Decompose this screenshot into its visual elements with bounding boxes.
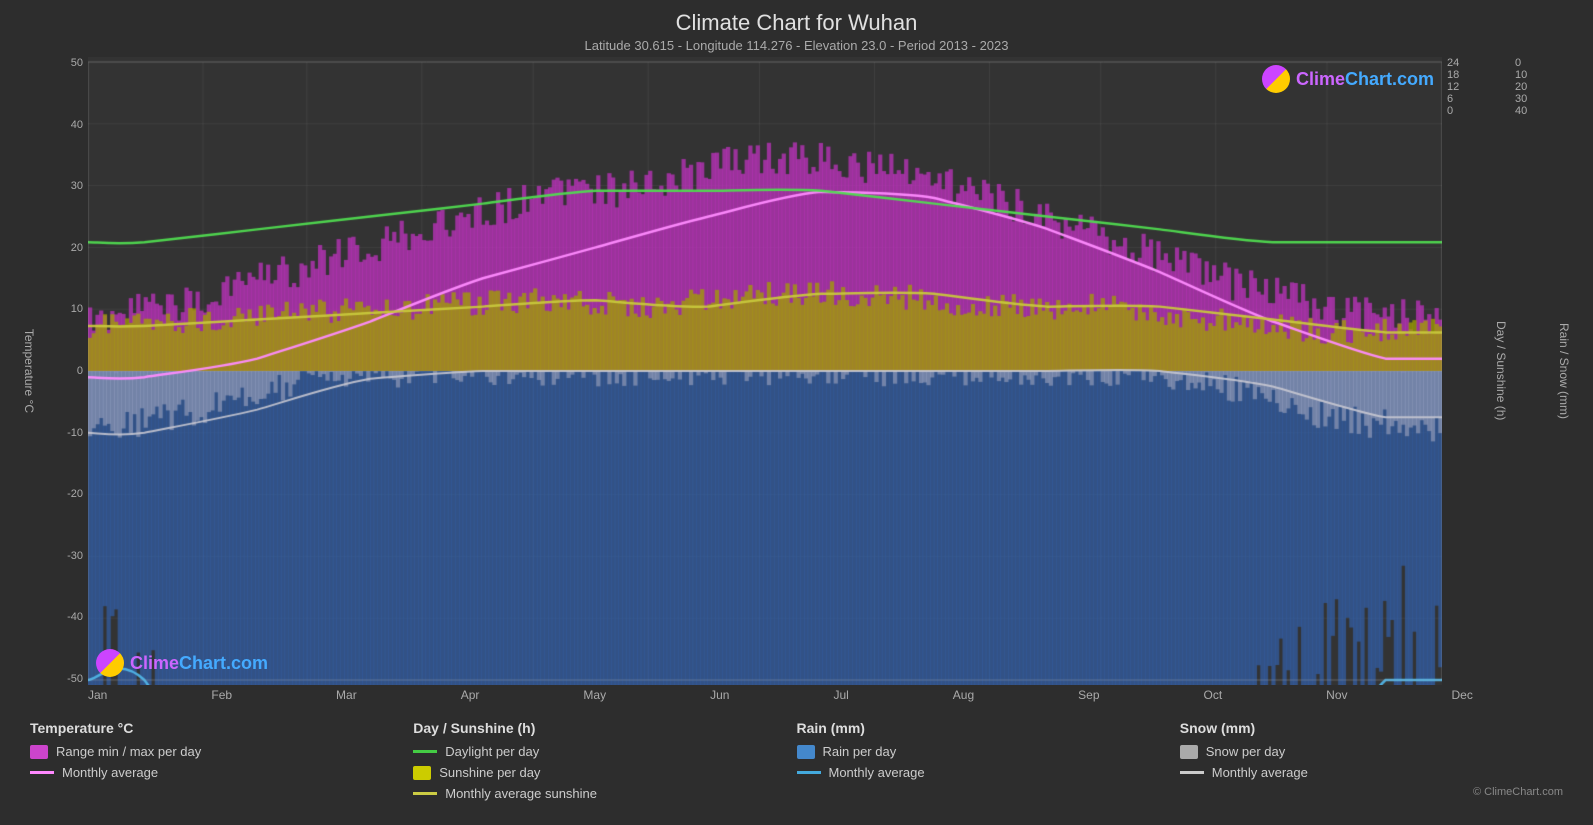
legend-item-snow: Snow per day	[1180, 744, 1563, 759]
y-left-tick: 20	[38, 242, 83, 254]
legend-swatch-snow	[1180, 745, 1198, 759]
legend-label-daylight: Daylight per day	[445, 744, 539, 759]
legend-line-daylight	[413, 750, 437, 753]
legend-item-snow-avg: Monthly average	[1180, 765, 1563, 780]
y-right-tick2: 0	[1515, 57, 1550, 69]
x-axis-label: May	[583, 688, 606, 702]
logo-icon-bottom	[96, 649, 124, 677]
legend-line-snow-avg	[1180, 771, 1204, 774]
legend-title-snow: Snow (mm)	[1180, 720, 1563, 736]
y-left-tick: 10	[38, 303, 83, 315]
y-left-ticks: 50 40 30 20 10 0 -10 -20 -30 -40 -50	[38, 57, 88, 685]
legend-col-rain: Rain (mm) Rain per day Monthly average	[797, 720, 1180, 807]
y-left-tick: -40	[38, 611, 83, 623]
legend-label-snow: Snow per day	[1206, 744, 1286, 759]
main-chart-canvas	[88, 57, 1442, 685]
chart-subtitle: Latitude 30.615 - Longitude 114.276 - El…	[20, 38, 1573, 53]
y-left-tick: 40	[38, 119, 83, 131]
logo-text-top: ClimeChart.com	[1296, 69, 1434, 90]
legend-col-sunshine: Day / Sunshine (h) Daylight per day Suns…	[413, 720, 796, 807]
y-right-rain: 010203040	[1510, 57, 1555, 685]
copyright: © ClimeChart.com	[1180, 786, 1563, 798]
legend-item-rain: Rain per day	[797, 744, 1180, 759]
y-right-label2: Rain / Snow (mm)	[1555, 57, 1573, 685]
x-axis-label: Mar	[336, 688, 357, 702]
y-right-tick2: 30	[1515, 93, 1550, 105]
legend-title-temp: Temperature °C	[30, 720, 413, 736]
x-axis-label: Apr	[461, 688, 480, 702]
y-right-ticks1: 24181260	[1442, 57, 1482, 117]
y-right-sunshine: 24181260	[1442, 57, 1492, 685]
x-axis-labels: Jan Feb Mar Apr May Jun Jul Aug Sep Oct Nov Dec	[88, 688, 1473, 702]
y-right-tick1: 12	[1447, 81, 1482, 93]
watermark-top-right: ClimeChart.com	[1262, 65, 1434, 93]
y-left-label: Temperature °C	[20, 57, 38, 685]
legend-title-sunshine: Day / Sunshine (h)	[413, 720, 796, 736]
legend-line-rain-avg	[797, 771, 821, 774]
chart-area: Temperature °C 50403020100-10-20-30-40-5…	[20, 57, 1573, 685]
y-right-tick2: 20	[1515, 81, 1550, 93]
y-left-tick: 0	[38, 365, 83, 377]
legend-label-sunshine-avg: Monthly average sunshine	[445, 786, 597, 801]
legend-line-temp-avg	[30, 771, 54, 774]
y-right-tick2: 10	[1515, 69, 1550, 81]
legend-item-temp-avg: Monthly average	[30, 765, 413, 780]
y-left-tick: -20	[38, 488, 83, 500]
legend-item-sunshine-avg: Monthly average sunshine	[413, 786, 796, 801]
legend-title-rain: Rain (mm)	[797, 720, 1180, 736]
chart-inner: ClimeChart.com ClimeChart.com	[88, 57, 1442, 685]
y-right-tick1: 24	[1447, 57, 1482, 69]
x-axis-label: Oct	[1204, 688, 1223, 702]
y-left-tick: 30	[38, 180, 83, 192]
legend-col-snow: Snow (mm) Snow per day Monthly average ©…	[1180, 720, 1563, 807]
legend-label-sunshine: Sunshine per day	[439, 765, 540, 780]
legend-label-rain: Rain per day	[823, 744, 897, 759]
legend-label-snow-avg: Monthly average	[1212, 765, 1308, 780]
legend-label-rain-avg: Monthly average	[829, 765, 925, 780]
chart-header: Climate Chart for Wuhan Latitude 30.615 …	[20, 10, 1573, 53]
y-left-tick: -10	[38, 427, 83, 439]
logo-text-bottom: ClimeChart.com	[130, 653, 268, 674]
x-axis-label: Jun	[710, 688, 729, 702]
y-right-label1: Day / Sunshine (h)	[1492, 57, 1510, 685]
y-left-tick: -30	[38, 550, 83, 562]
y-right-tick1: 6	[1447, 93, 1482, 105]
y-right-axes: 24181260 Day / Sunshine (h) 010203040 Ra…	[1442, 57, 1573, 685]
legend-item-daylight: Daylight per day	[413, 744, 796, 759]
x-axis-label: Jan	[88, 688, 107, 702]
x-axis-label: Sep	[1078, 688, 1099, 702]
y-right-tick1: 0	[1447, 105, 1482, 117]
x-axis-label: Nov	[1326, 688, 1347, 702]
main-container: Climate Chart for Wuhan Latitude 30.615 …	[0, 0, 1593, 825]
legend-swatch-rain	[797, 745, 815, 759]
legend-item-rain-avg: Monthly average	[797, 765, 1180, 780]
legend-label-temp-range: Range min / max per day	[56, 744, 201, 759]
legend-area: Temperature °C Range min / max per day M…	[20, 712, 1573, 815]
x-axis-label: Feb	[211, 688, 232, 702]
legend-line-sunshine-avg	[413, 792, 437, 795]
watermark-bottom-left: ClimeChart.com	[96, 649, 268, 677]
y-left-tick: -50	[38, 673, 83, 685]
legend-swatch-temp-range	[30, 745, 48, 759]
legend-swatch-sunshine	[413, 766, 431, 780]
x-axis-label: Jul	[833, 688, 848, 702]
y-axes-left: Temperature °C 50 40 30 20 10 0 -10 -20 -30 -40 -5…	[20, 57, 88, 685]
x-axis-label: Aug	[953, 688, 974, 702]
y-right-tick2: 40	[1515, 105, 1550, 117]
legend-col-temperature: Temperature °C Range min / max per day M…	[30, 720, 413, 807]
x-axis-area: Jan Feb Mar Apr May Jun Jul Aug Sep Oct Nov Dec	[88, 685, 1473, 702]
logo-icon-top	[1262, 65, 1290, 93]
legend-label-temp-avg: Monthly average	[62, 765, 158, 780]
legend-item-sunshine: Sunshine per day	[413, 765, 796, 780]
y-right-tick1: 18	[1447, 69, 1482, 81]
legend-item-temp-range: Range min / max per day	[30, 744, 413, 759]
chart-title: Climate Chart for Wuhan	[20, 10, 1573, 36]
y-right-ticks2: 010203040	[1510, 57, 1550, 117]
y-left-tick: 50	[38, 57, 83, 69]
x-axis-label: Dec	[1452, 688, 1473, 702]
